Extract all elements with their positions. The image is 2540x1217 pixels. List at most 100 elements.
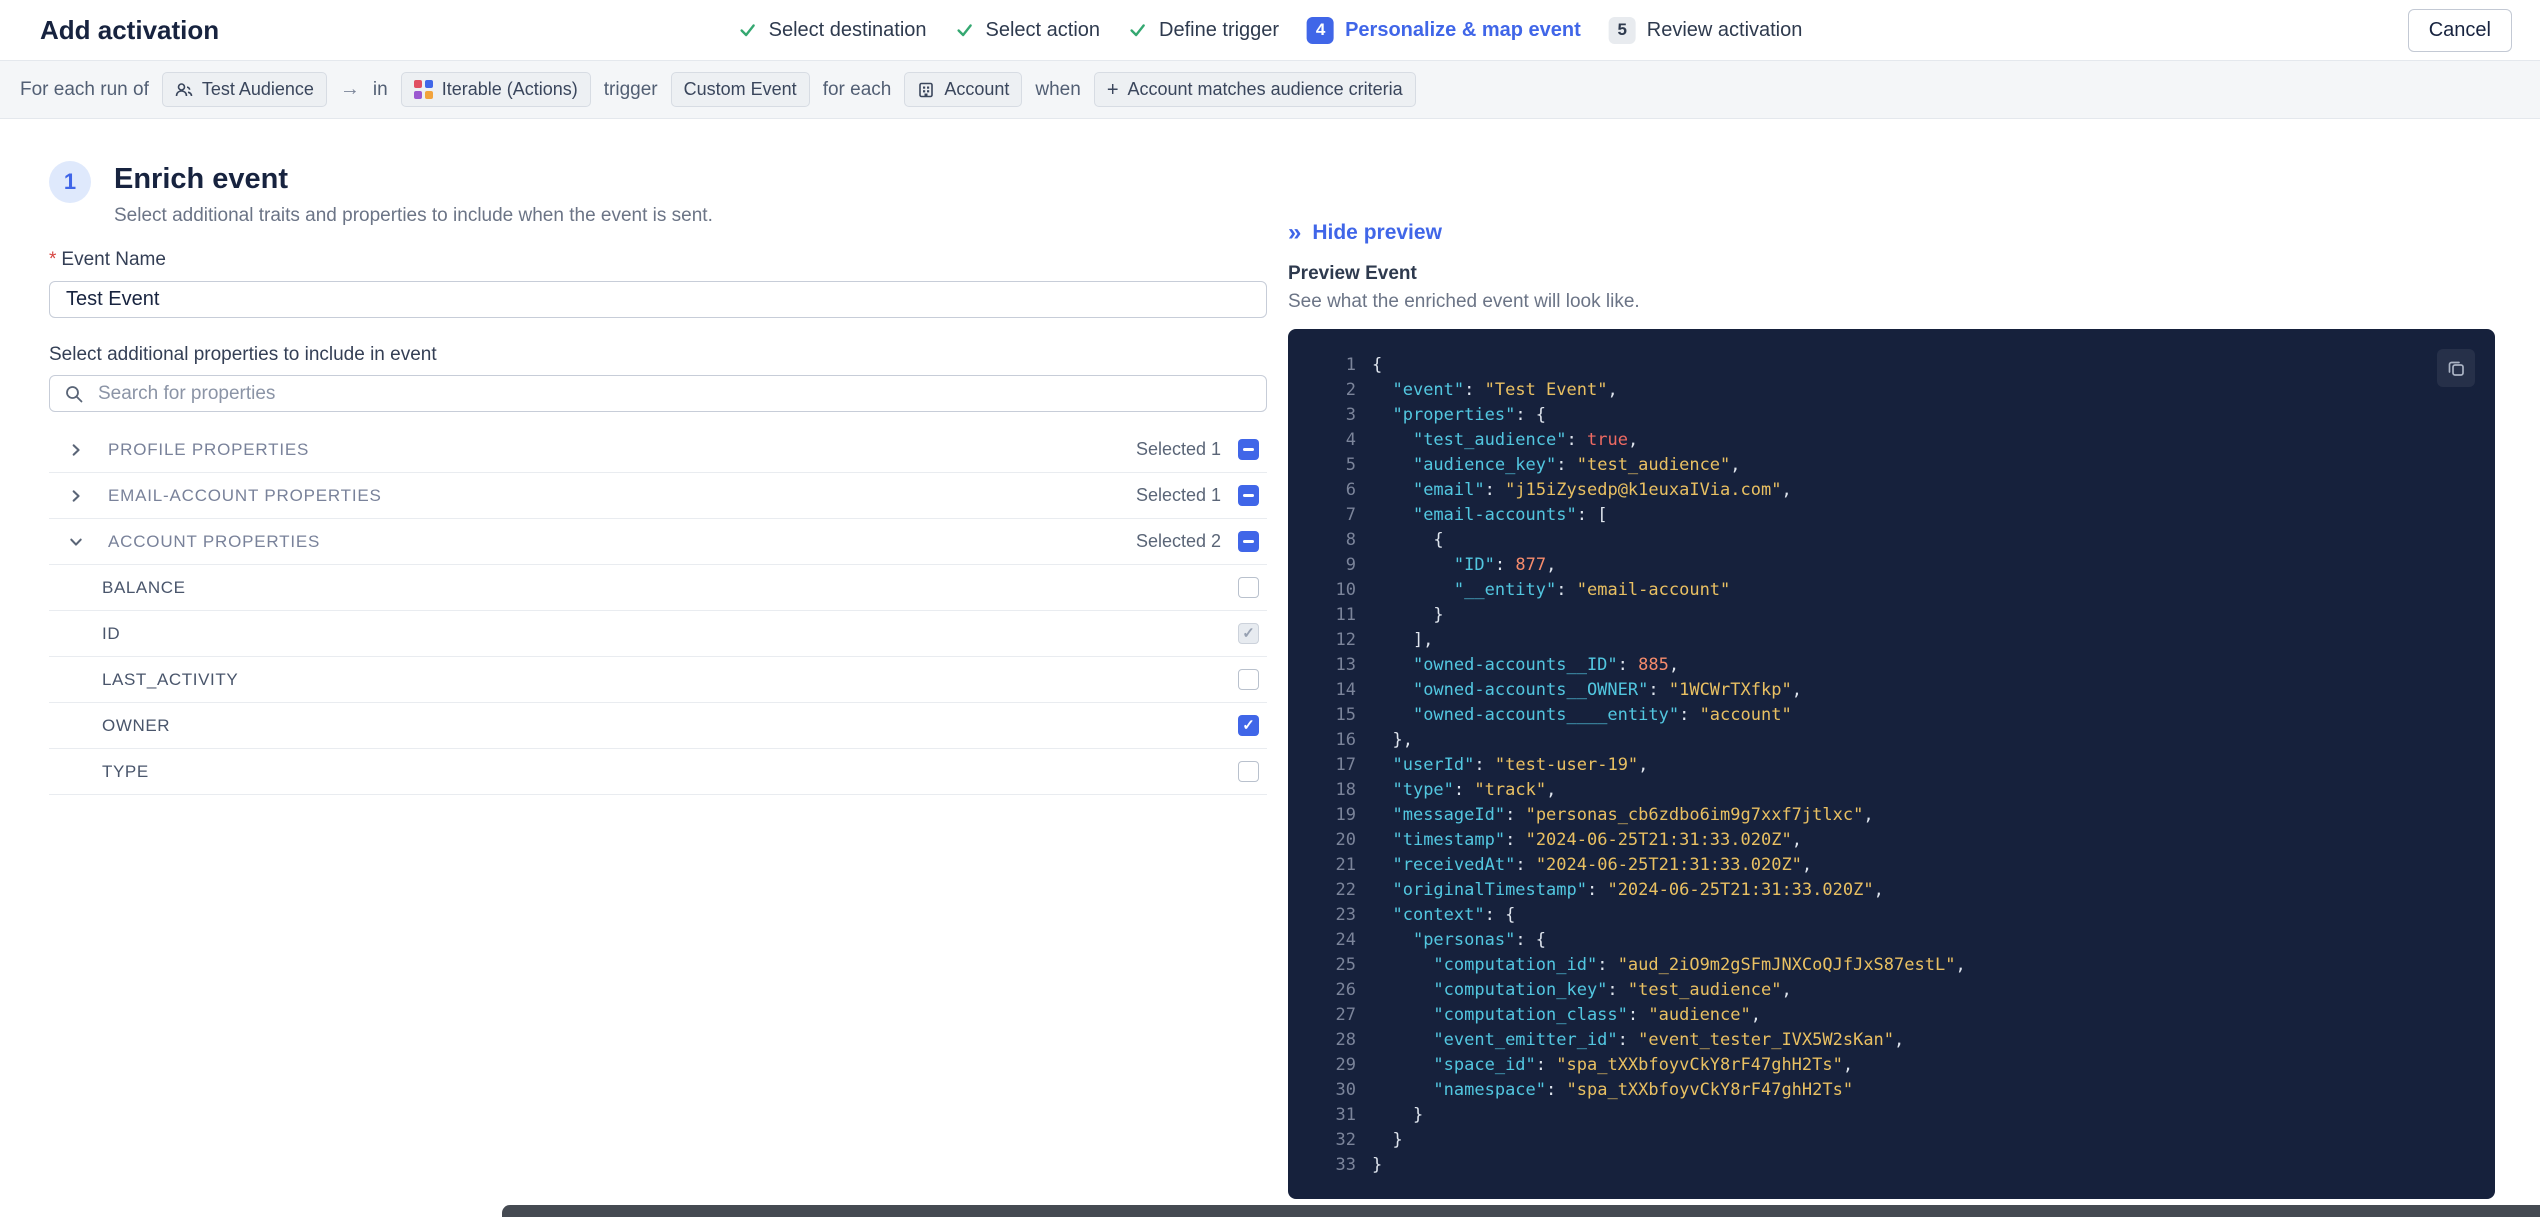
event-name-label: * Event Name [49,249,1267,271]
property-checkbox[interactable] [1238,623,1259,644]
step-label: Review activation [1646,18,1803,41]
property-row-balance[interactable]: BALANCE [49,565,1267,611]
entity-badge[interactable]: Account [904,72,1023,107]
code-line: 32 } [1335,1130,1403,1150]
code-preview-panel: 1{2 "event": "Test Event", 3 "properties"… [1288,329,2495,1199]
property-row-type[interactable]: TYPE [49,749,1267,795]
property-label: LAST_ACTIVITY [102,669,239,689]
group-label: PROFILE PROPERTIES [108,439,310,459]
event-badge[interactable]: Custom Event [670,72,810,107]
preview-section: » Hide preview Preview Event See what th… [1288,221,2495,1199]
property-group-profile[interactable]: PROFILE PROPERTIES Selected 1 [49,427,1267,473]
step-define-trigger[interactable]: Define trigger [1128,19,1279,42]
property-checkbox[interactable] [1238,669,1259,690]
group-label: EMAIL-ACCOUNT PROPERTIES [108,485,382,505]
trigger-text: for each [822,78,892,100]
plus-icon: + [1106,78,1119,101]
group-checkbox[interactable] [1238,531,1259,552]
code-line: 22 "originalTimestamp": "2024-06-25T21:3… [1335,880,1884,900]
copy-button[interactable] [2437,349,2475,387]
code-line: 16 }, [1335,730,1413,750]
trigger-text: trigger [603,78,658,100]
audience-badge[interactable]: Test Audience [161,72,327,107]
property-group-account[interactable]: ACCOUNT PROPERTIES Selected 2 [49,519,1267,565]
property-row-owner[interactable]: OWNER [49,703,1267,749]
property-checkbox[interactable] [1238,715,1259,736]
property-label: BALANCE [102,577,186,597]
collapse-icon: » [1288,219,1302,246]
chevron-right-icon [69,443,89,457]
code-line: 20 "timestamp": "2024-06-25T21:31:33.020… [1335,830,1802,850]
code-line: 21 "receivedAt": "2024-06-25T21:31:33.02… [1335,855,1813,875]
code-line: 17 "userId": "test-user-19", [1335,755,1649,775]
step-label: Select action [985,18,1101,41]
code-line: 7 "email-accounts": [ [1345,505,1608,525]
section-subtitle: Select additional traits and properties … [114,205,713,226]
event-name-input[interactable] [49,281,1267,318]
code-line: 25 "computation_id": "aud_2iO9m2gSFmJNXC… [1335,955,1966,975]
property-row-id[interactable]: ID [49,611,1267,657]
criteria-badge[interactable]: + Account matches audience criteria [1093,72,1416,107]
check-icon [1128,20,1148,40]
group-checkbox[interactable] [1238,485,1259,506]
hide-preview-link[interactable]: » Hide preview [1288,221,2495,245]
badge-label: Account matches audience criteria [1127,79,1403,99]
code-line: 19 "messageId": "personas_cb6zdbo6im9g7x… [1335,805,1874,825]
code-line: 23 "context": { [1335,905,1516,925]
code-line: 1{ [1345,355,1383,375]
group-checkbox[interactable] [1238,439,1259,460]
iterable-icon [413,80,433,99]
properties-label: Select additional properties to include … [49,344,437,365]
step-1-circle: 1 [49,161,91,203]
trigger-text: when [1035,78,1081,100]
cancel-button[interactable]: Cancel [2407,8,2512,52]
chevron-down-icon [69,535,89,549]
step-label: Select destination [768,18,927,41]
trigger-text: For each run of [20,78,149,100]
hide-preview-label: Hide preview [1312,221,1442,244]
badge-label: Custom Event [683,79,797,99]
preview-title: Preview Event [1288,263,1417,284]
search-input[interactable] [49,375,1267,412]
destination-badge[interactable]: Iterable (Actions) [400,72,591,107]
code-line: 8 { [1345,530,1444,550]
step-select-destination[interactable]: Select destination [738,19,927,42]
step-label: Define trigger [1159,18,1280,41]
properties-list: PROFILE PROPERTIES Selected 1 EMAIL-ACCO… [49,427,1267,795]
property-checkbox[interactable] [1238,577,1259,598]
trigger-text: in [372,78,388,100]
step-label: Personalize & map event [1345,18,1581,41]
account-icon [917,81,935,99]
property-label: OWNER [102,715,171,735]
code-line: 12 ], [1335,630,1434,650]
code-line: 28 "event_emitter_id": "event_tester_IVX… [1335,1030,1905,1050]
code-line: 26 "computation_key": "test_audience", [1335,980,1792,1000]
selected-count: Selected 1 [1135,439,1221,459]
step-number-badge: 5 [1608,16,1636,44]
step-select-action[interactable]: Select action [955,18,1101,42]
check-icon [955,20,975,40]
page-title: Add activation [40,14,220,45]
bottom-strip [502,1205,2540,1217]
code-line: 4 "test_audience": true, [1345,430,1639,450]
property-label: TYPE [102,761,149,781]
preview-subtitle: See what the enriched event will look li… [1288,291,1640,312]
code-line: 9 "ID": 877, [1345,555,1557,575]
arrow-right-icon: → [339,78,360,100]
badge-label: Iterable (Actions) [441,79,578,99]
search-box [49,375,1267,412]
step-review-activation[interactable]: 5 Review activation [1608,16,1803,44]
property-row-last-activity[interactable]: LAST_ACTIVITY [49,657,1267,703]
property-checkbox[interactable] [1238,761,1259,782]
property-group-email-account[interactable]: EMAIL-ACCOUNT PROPERTIES Selected 1 [49,473,1267,519]
main-content: 1 Enrich event Select additional traits … [0,119,2540,1199]
selected-count: Selected 1 [1135,485,1221,505]
step-personalize-map-event[interactable]: 4 Personalize & map event [1307,16,1581,44]
group-label: ACCOUNT PROPERTIES [108,531,321,551]
code-line: 3 "properties": { [1345,405,1547,425]
badge-label: Test Audience [201,79,314,99]
code-line: 31 } [1335,1105,1424,1125]
code-line: 24 "personas": { [1335,930,1547,950]
header: Add activation Select destination Select… [0,0,2540,61]
search-icon [64,384,84,404]
